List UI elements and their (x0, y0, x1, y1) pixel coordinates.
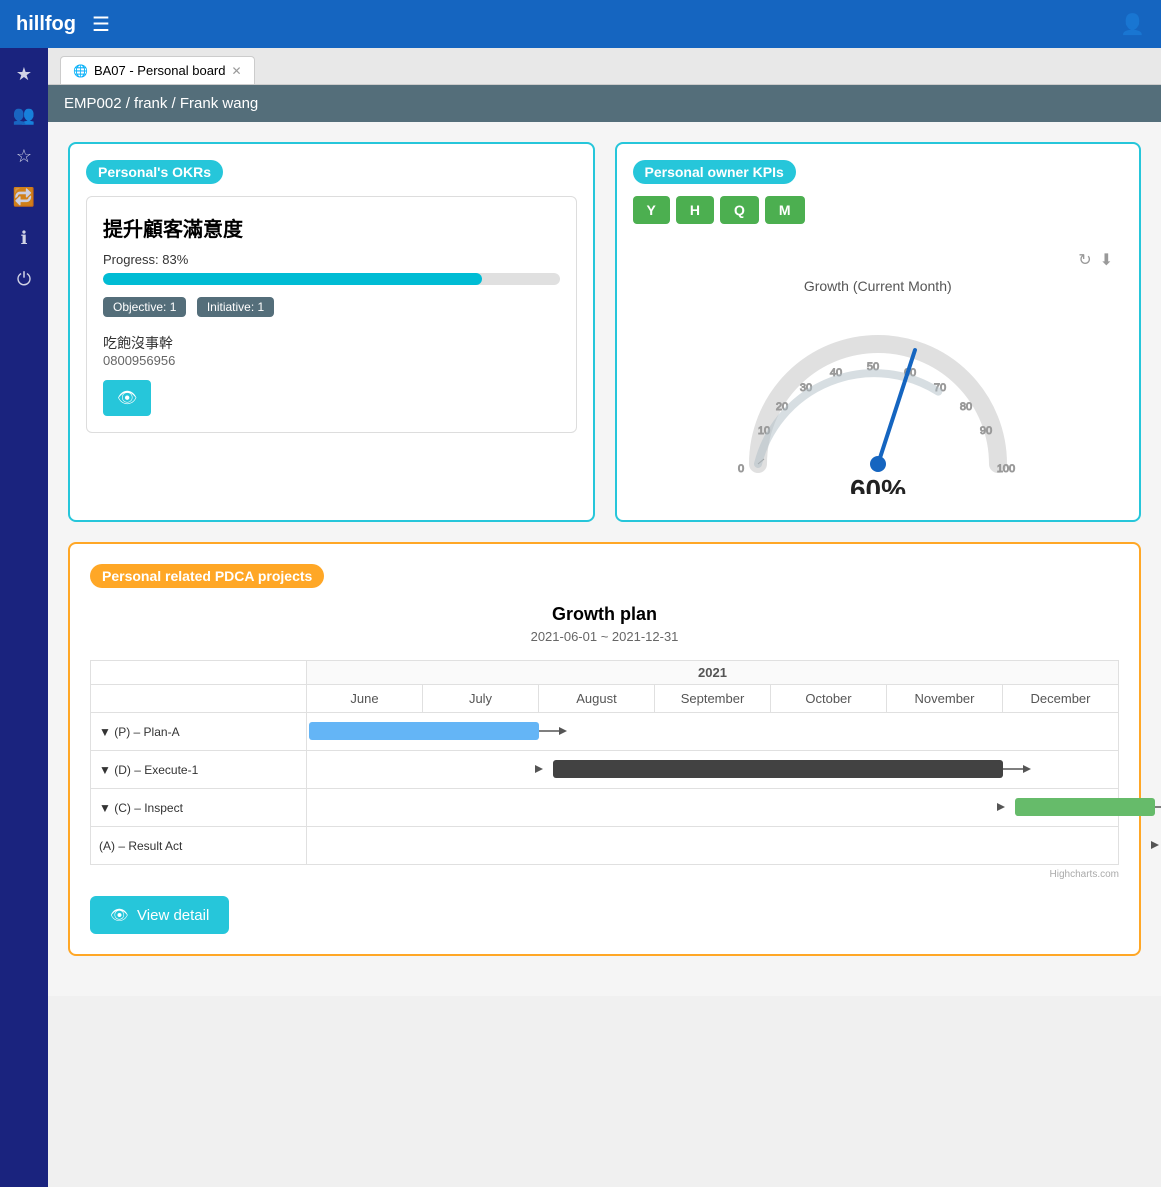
sidebar-icon-info[interactable]: ℹ (21, 228, 28, 249)
sidebar-icon-fav[interactable]: ☆ (16, 146, 32, 167)
svg-text:60%: 60% (850, 474, 906, 494)
gantt-arrow-result-start (1151, 836, 1161, 854)
app-title: hillfog (16, 13, 76, 36)
pdca-panel-label: Personal related PDCA projects (90, 564, 324, 588)
objective-badge: Objective: 1 (103, 297, 186, 317)
gauge-svg: 0 10 20 30 40 50 (718, 304, 1038, 494)
tab-label: BA07 - Personal board (94, 63, 226, 78)
gantt-row-result: (A) – Result Act (91, 827, 1119, 865)
panels-row: Personal's OKRs 提升顧客滿意度 Progress: 83% Ob… (68, 142, 1141, 522)
chart-title: Growth plan (90, 604, 1119, 625)
gantt-arrow-plan (539, 722, 569, 740)
okr-panel: Personal's OKRs 提升顧客滿意度 Progress: 83% Ob… (68, 142, 595, 522)
gantt-col-july: July (423, 685, 539, 713)
svg-text:80: 80 (960, 401, 972, 413)
okr-eye-button[interactable]: 👁 (103, 380, 151, 416)
gantt-empty-header (91, 685, 307, 713)
gantt-row-plan: ▼ (P) – Plan-A (91, 713, 1119, 751)
highcharts-credit: Highcharts.com (90, 869, 1119, 880)
gantt-label-plan: ▼ (P) – Plan-A (91, 713, 307, 751)
sidebar-icon-users[interactable]: 👥 (13, 105, 35, 126)
gauge-container: ↻ ⬇ Growth (Current Month) (633, 240, 1124, 504)
view-detail-button[interactable]: 👁 View detail (90, 896, 229, 934)
kpi-panel-label: Personal owner KPIs (633, 160, 796, 184)
breadcrumb: EMP002 / frank / Frank wang (48, 85, 1161, 122)
content-area: Personal's OKRs 提升顧客滿意度 Progress: 83% Ob… (48, 122, 1161, 996)
pdca-panel: Personal related PDCA projects Growth pl… (68, 542, 1141, 956)
progress-bar-fill (103, 273, 482, 285)
gantt-arrow-execute-end (1003, 760, 1033, 778)
gantt-arrow-inspect-end (1155, 798, 1161, 816)
gantt-col-june: June (307, 685, 423, 713)
top-nav: hillfog ☰ 👤 (0, 0, 1161, 48)
svg-text:90: 90 (980, 425, 992, 437)
gantt-col-september: September (655, 685, 771, 713)
initiative-badge: Initiative: 1 (197, 297, 274, 317)
gantt-bar-plan (309, 722, 539, 740)
kpi-btn-y[interactable]: Y (633, 196, 670, 224)
gantt-row-inspect: ▼ (C) – Inspect (91, 789, 1119, 827)
gantt-arrow-inspect-start (997, 798, 1017, 816)
hamburger-icon[interactable]: ☰ (92, 12, 110, 37)
progress-label: Progress: 83% (103, 252, 560, 267)
kpi-btn-q[interactable]: Q (720, 196, 759, 224)
tab-bar: 🌐 BA07 - Personal board ✕ (48, 48, 1161, 85)
okr-text-line2: 0800956956 (103, 353, 560, 368)
svg-text:0: 0 (738, 463, 744, 475)
gantt-year-header: 2021 (307, 661, 1119, 685)
okr-card: 提升顧客滿意度 Progress: 83% Objective: 1 Initi… (86, 196, 577, 433)
kpi-btn-h[interactable]: H (676, 196, 714, 224)
gantt-label-inspect: ▼ (C) – Inspect (91, 789, 307, 827)
svg-text:100: 100 (997, 463, 1015, 475)
tab-globe-icon: 🌐 (73, 64, 88, 78)
gauge-title: Growth (Current Month) (643, 278, 1114, 294)
badges-row: Objective: 1 Initiative: 1 (103, 297, 560, 325)
gauge-refresh-icon[interactable]: ↻ (1078, 250, 1091, 270)
gauge-download-icon[interactable]: ⬇ (1100, 250, 1113, 270)
okr-text-line1: 吃飽沒事幹 (103, 333, 560, 353)
user-icon[interactable]: 👤 (1120, 12, 1145, 37)
view-detail-label: View detail (137, 907, 209, 924)
gantt-label-execute: ▼ (D) – Execute-1 (91, 751, 307, 789)
gantt-arrow-execute-start (535, 760, 555, 778)
sidebar-icon-star[interactable]: ★ (16, 64, 32, 85)
gantt-col-august: August (539, 685, 655, 713)
tab-close-icon[interactable]: ✕ (231, 64, 241, 78)
gauge-icons: ↻ ⬇ (643, 250, 1114, 270)
gantt-bar-inspect (1015, 798, 1155, 816)
gantt-bar-execute (553, 760, 1003, 778)
tab-personal-board[interactable]: 🌐 BA07 - Personal board ✕ (60, 56, 255, 84)
sidebar: ★ 👥 ☆ 🔁 ℹ ⏻ (0, 48, 48, 1187)
gantt-col-october: October (771, 685, 887, 713)
gantt-container: 2021 June July August September October … (90, 660, 1119, 880)
sidebar-icon-refresh[interactable]: 🔁 (13, 187, 35, 208)
progress-bar-container (103, 273, 560, 285)
okr-panel-label: Personal's OKRs (86, 160, 223, 184)
kpi-buttons: Y H Q M (633, 196, 1124, 224)
kpi-btn-m[interactable]: M (765, 196, 805, 224)
sidebar-icon-power[interactable]: ⏻ (17, 269, 31, 290)
chart-subtitle: 2021-06-01 ~ 2021-12-31 (90, 629, 1119, 644)
gantt-label-result: (A) – Result Act (91, 827, 307, 865)
gantt-col-november: November (887, 685, 1003, 713)
okr-title: 提升顧客滿意度 (103, 213, 560, 242)
kpi-panel: Personal owner KPIs Y H Q M ↻ ⬇ Growth (… (615, 142, 1142, 522)
eye-icon: 👁 (117, 390, 137, 407)
gantt-label-header (91, 661, 307, 685)
gantt-table: 2021 June July August September October … (90, 660, 1119, 865)
gantt-col-december: December (1003, 685, 1119, 713)
gantt-row-execute: ▼ (D) – Execute-1 (91, 751, 1119, 789)
main-content: 🌐 BA07 - Personal board ✕ EMP002 / frank… (48, 48, 1161, 1187)
view-detail-eye-icon: 👁 (110, 906, 129, 924)
